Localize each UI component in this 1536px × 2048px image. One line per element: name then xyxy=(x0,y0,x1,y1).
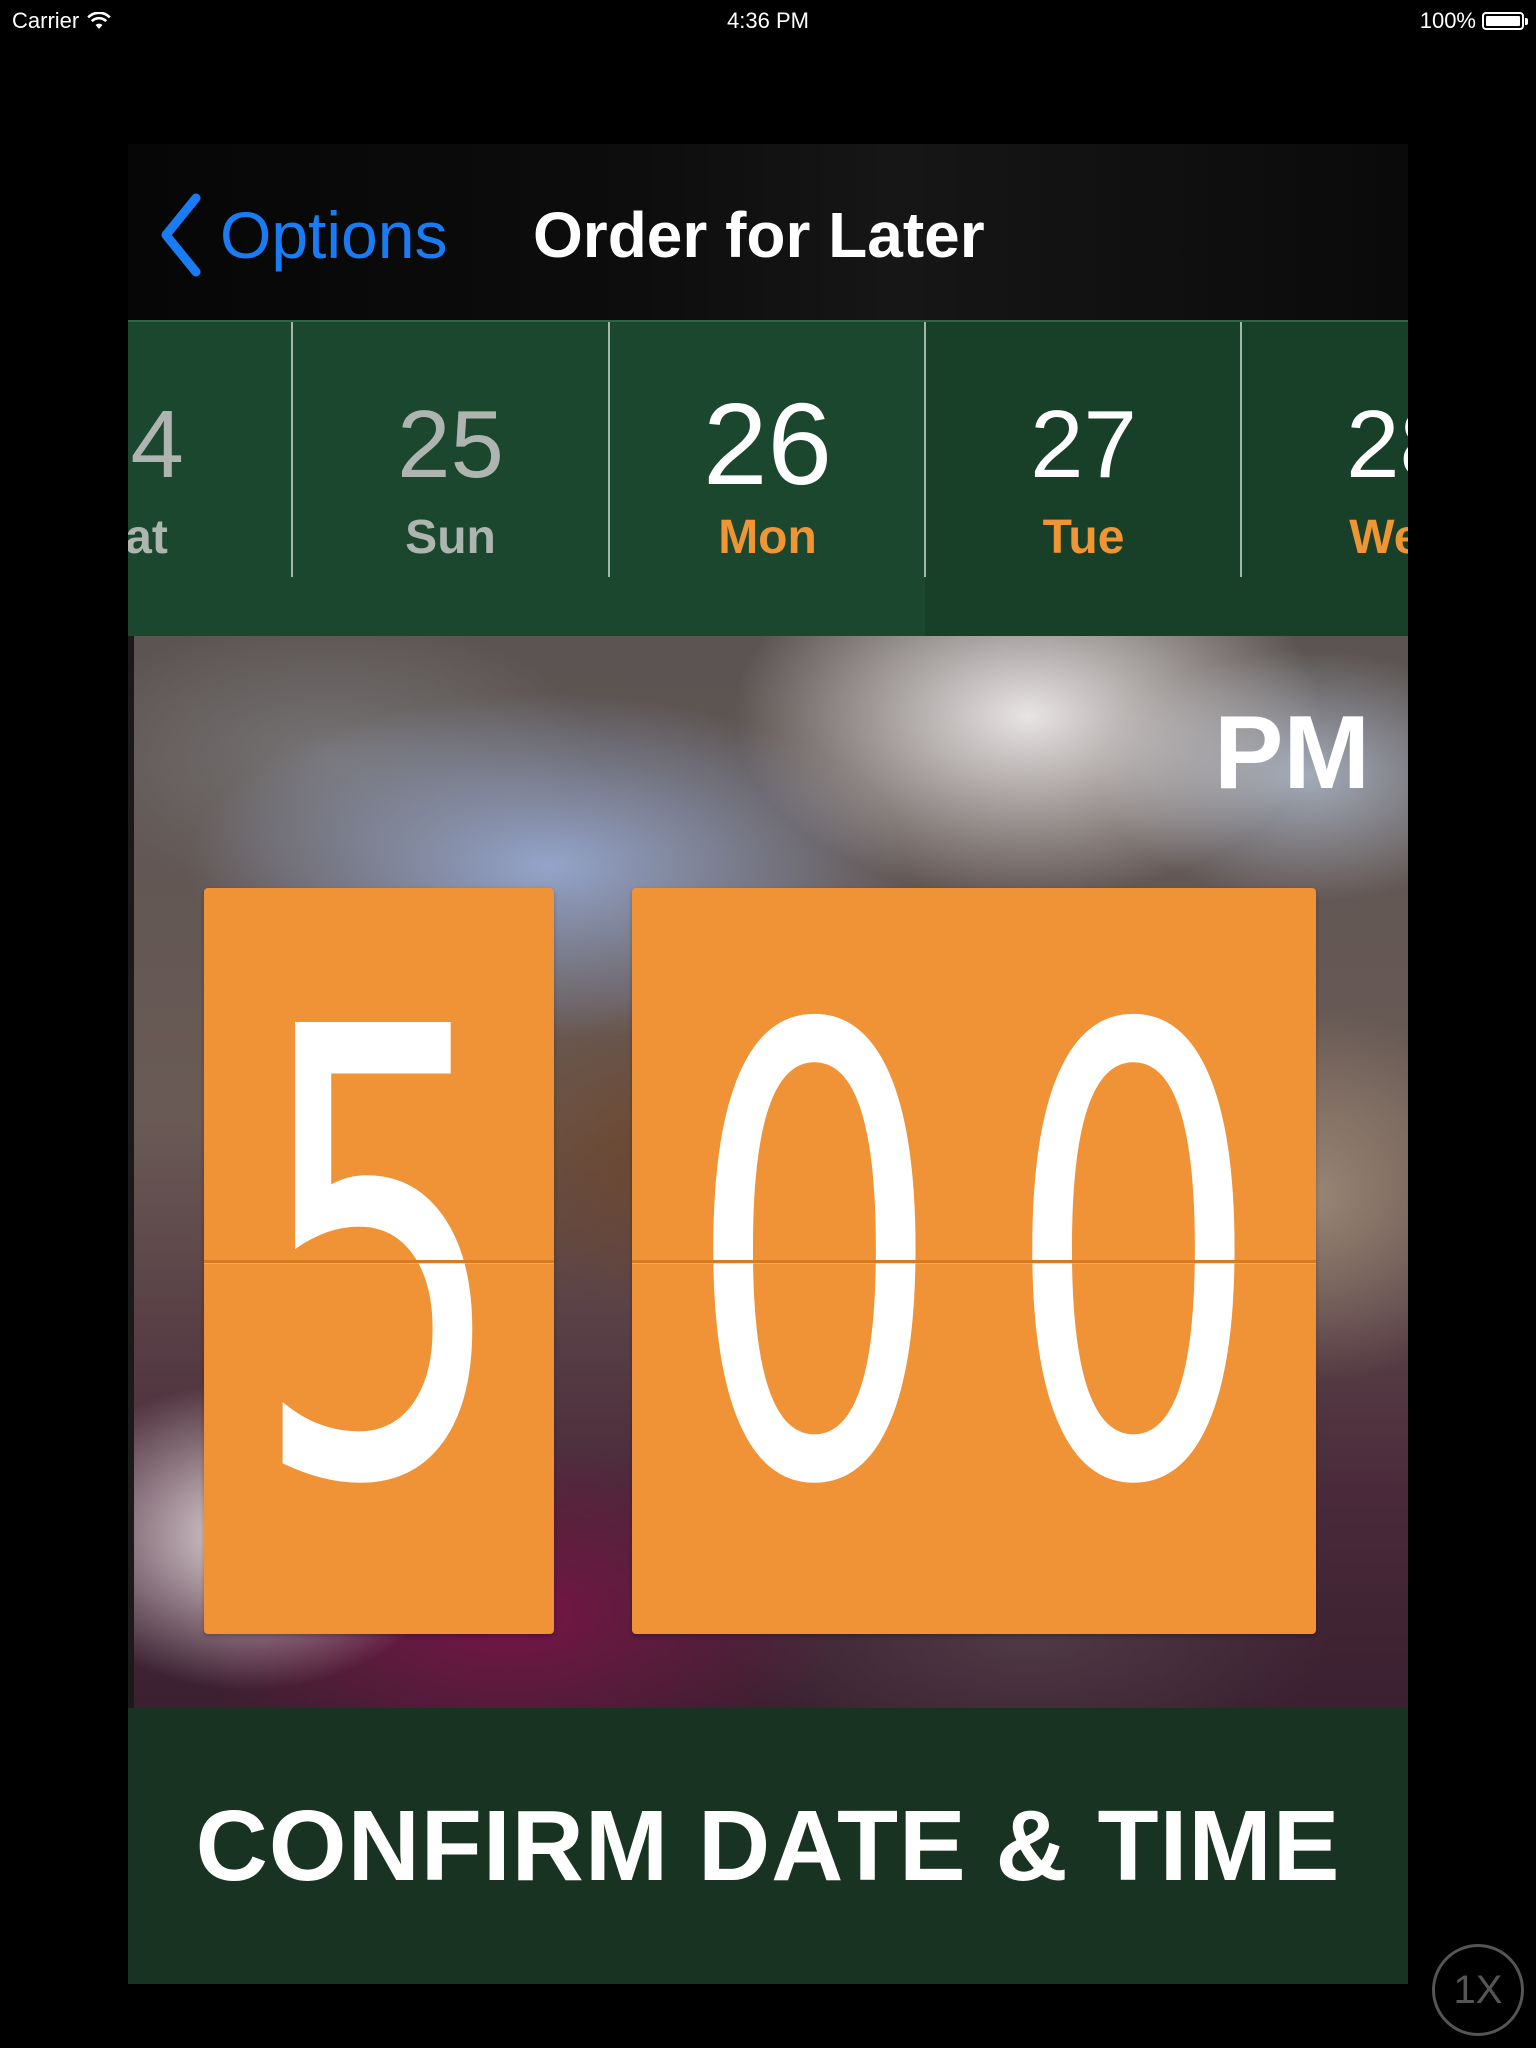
status-time: 4:36 PM xyxy=(727,8,809,33)
chevron-left-icon xyxy=(161,193,201,277)
hour-flip-card[interactable]: 5 xyxy=(204,888,554,1634)
date-cell[interactable]: 28 Wed xyxy=(1242,322,1408,580)
battery-percent: 100% xyxy=(1419,8,1476,33)
back-button-label: Options xyxy=(220,198,448,272)
status-bar: Carrier 4:36 PM 100% xyxy=(0,0,1536,40)
date-weekday: Sat xyxy=(128,511,168,564)
am-pm-toggle[interactable]: PM xyxy=(1214,698,1370,808)
time-picker: PM 5 0 0 xyxy=(128,636,1408,1708)
order-later-panel: Options Order for Later 24 Sat 25 Sun 26… xyxy=(128,144,1408,1984)
date-weekday: Tue xyxy=(1042,511,1125,564)
date-number: 24 xyxy=(128,391,184,498)
date-cell[interactable]: 25 Sun xyxy=(293,322,608,580)
date-cell[interactable]: 24 Sat xyxy=(128,322,288,580)
date-cell-selected[interactable]: 26 Mon xyxy=(610,322,925,580)
device-screen: Carrier 4:36 PM 100% Options Order for L… xyxy=(0,0,1536,2048)
date-number: 25 xyxy=(397,391,504,498)
date-number: 27 xyxy=(1030,391,1137,498)
page-title: Order for Later xyxy=(533,199,985,271)
time-area-edge xyxy=(128,636,134,1708)
flip-card-seam xyxy=(204,1260,554,1263)
date-weekday: Mon xyxy=(718,511,817,564)
date-cell[interactable]: 27 Tue xyxy=(926,322,1241,580)
date-number: 28 xyxy=(1346,391,1408,498)
navigation-bar: Options Order for Later xyxy=(128,144,1408,320)
date-weekday: Sun xyxy=(405,511,496,564)
flip-card-seam xyxy=(632,1260,1316,1263)
minute-flip-card[interactable]: 0 0 xyxy=(632,888,1316,1634)
battery-icon xyxy=(1482,12,1528,30)
confirm-date-time-button[interactable]: CONFIRM DATE & TIME xyxy=(128,1708,1408,1984)
back-button[interactable]: Options xyxy=(158,190,447,280)
zoom-scale-badge[interactable]: 1X xyxy=(1432,1944,1524,2036)
date-weekday: Wed xyxy=(1349,511,1408,564)
status-battery: 100% xyxy=(1419,8,1528,34)
date-number: 26 xyxy=(702,379,833,509)
